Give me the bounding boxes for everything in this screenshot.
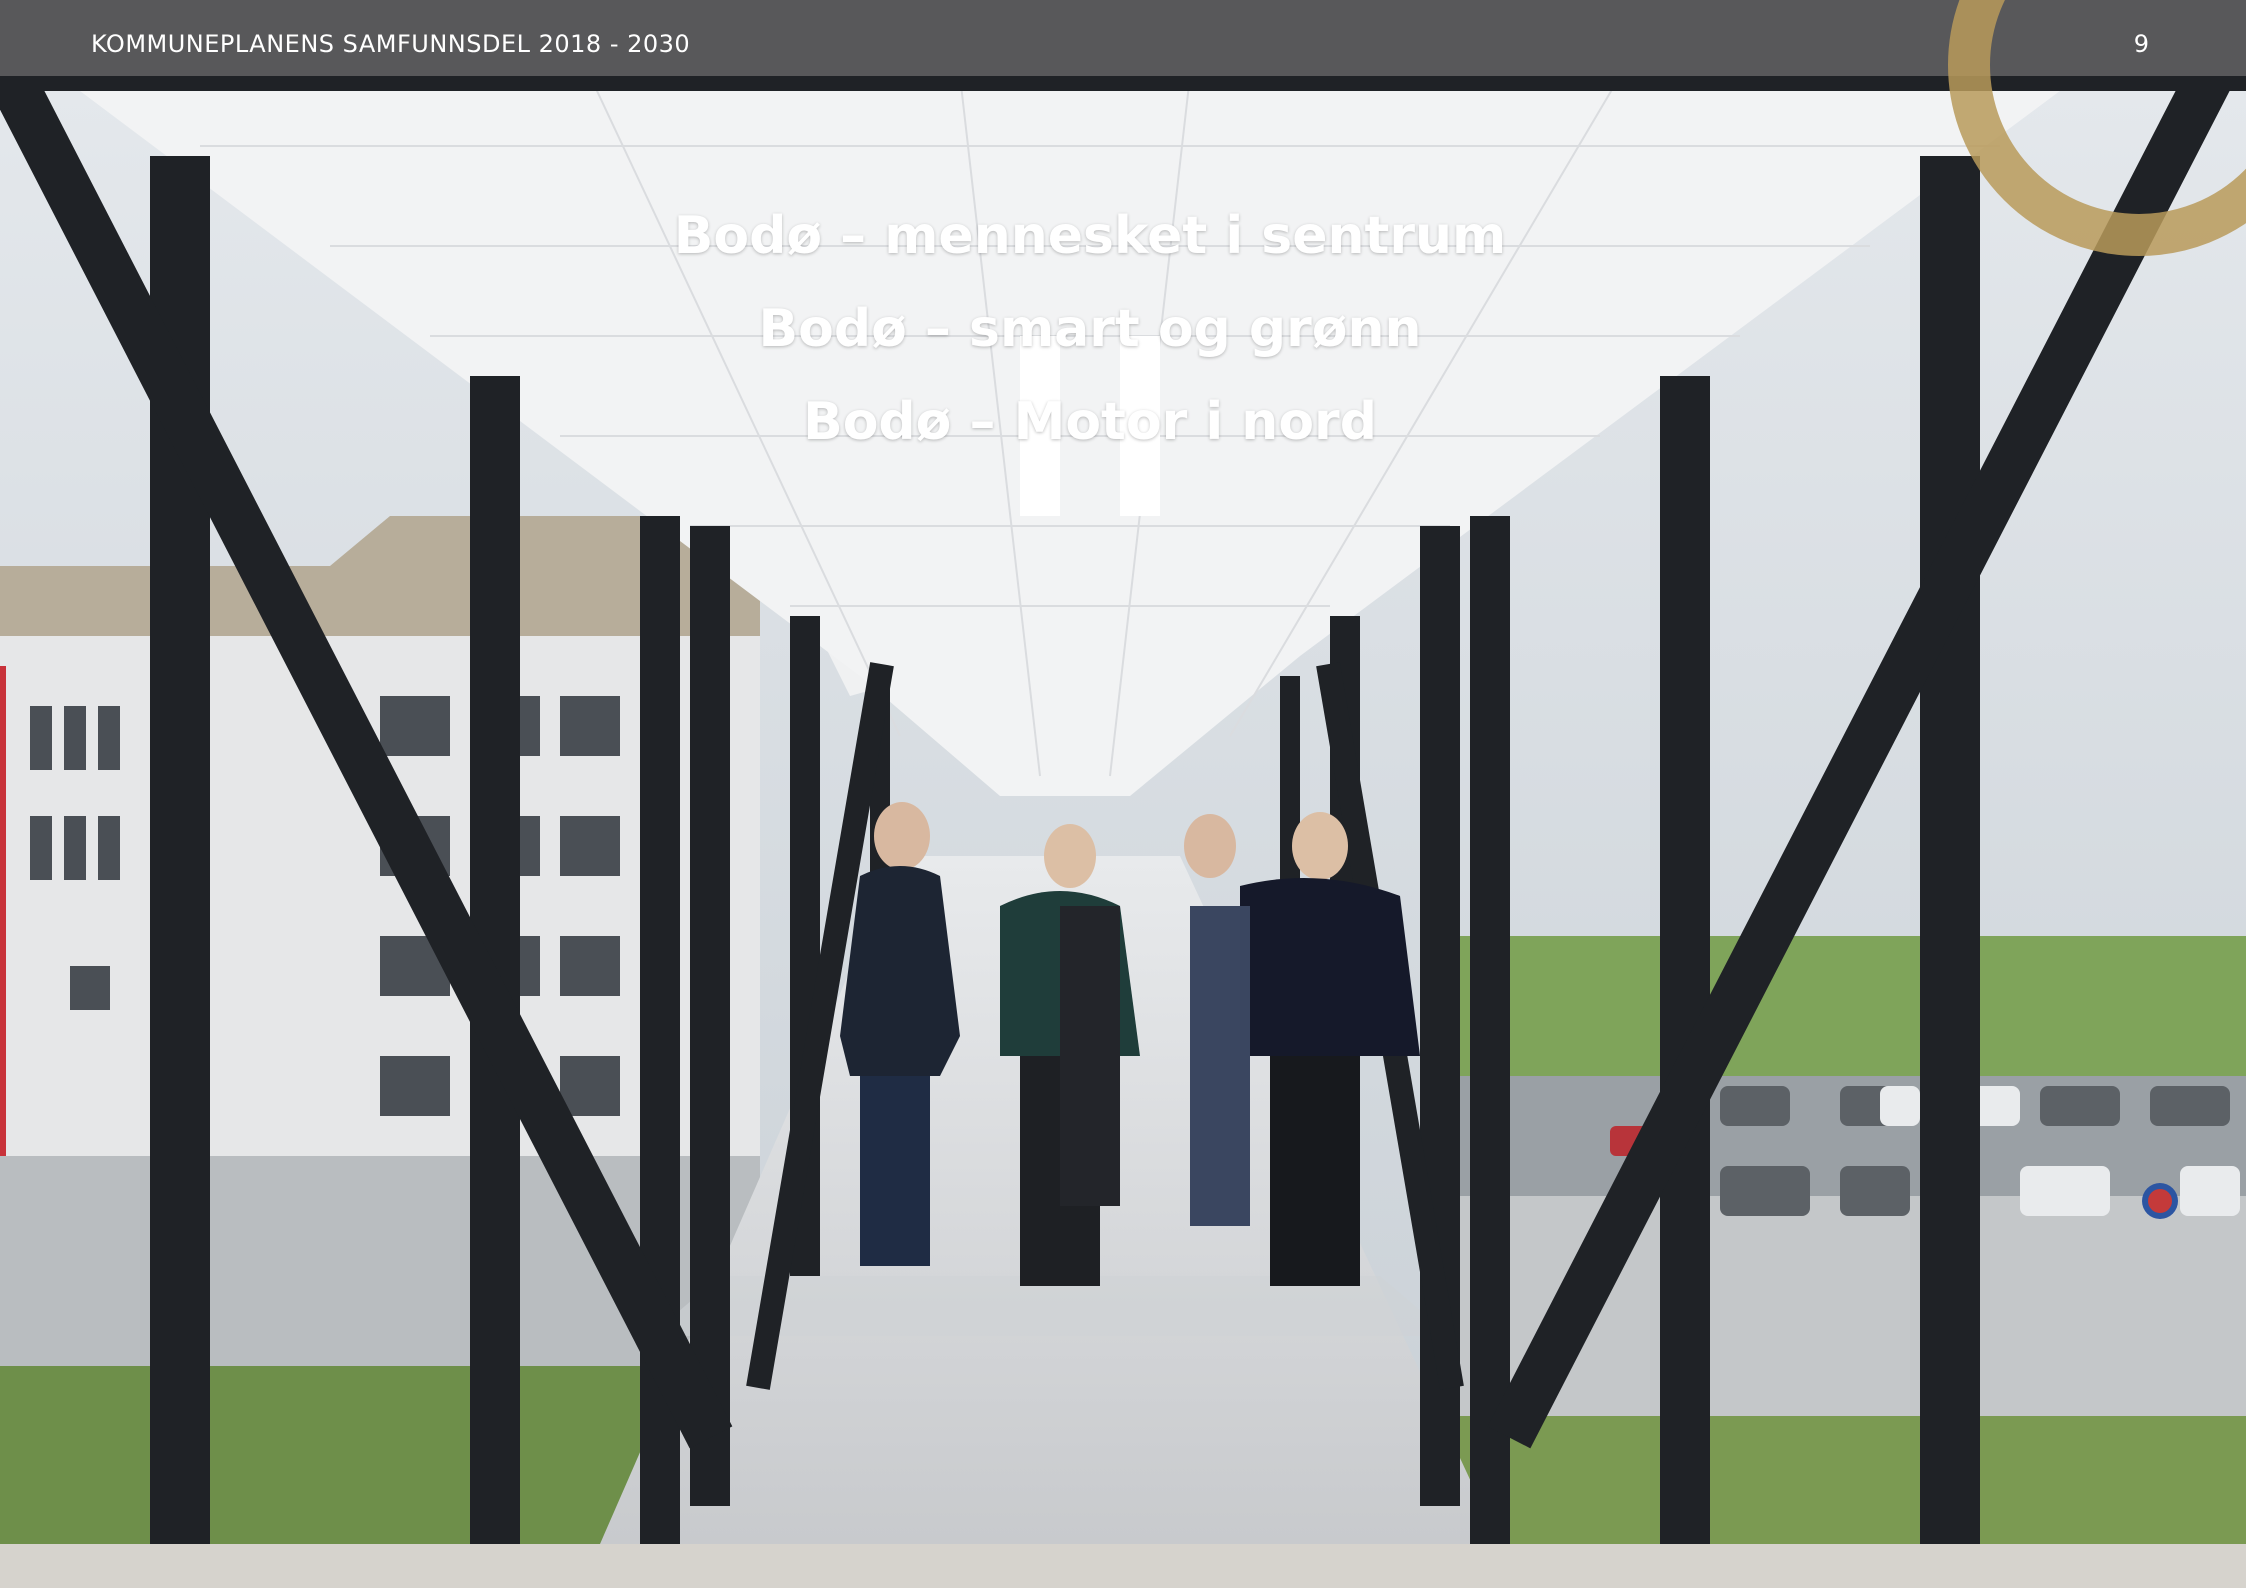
document-title: KOMMUNEPLANENS SAMFUNNSDEL 2018 - 2030: [91, 30, 691, 58]
slogan-line-3: Bodø – Motor i nord: [803, 392, 1377, 452]
page-number: 9: [2133, 30, 2149, 58]
page-header: KOMMUNEPLANENS SAMFUNNSDEL 2018 - 2030 9: [0, 0, 2246, 76]
footer-band: [0, 1544, 2246, 1588]
slogan-line-1: Bodø – mennesket i sentrum: [673, 206, 1507, 266]
slogan-block: Bodø – mennesket i sentrum Bodø – smart …: [0, 190, 2180, 469]
slogan-line-2: Bodø – smart og grønn: [758, 299, 1422, 359]
